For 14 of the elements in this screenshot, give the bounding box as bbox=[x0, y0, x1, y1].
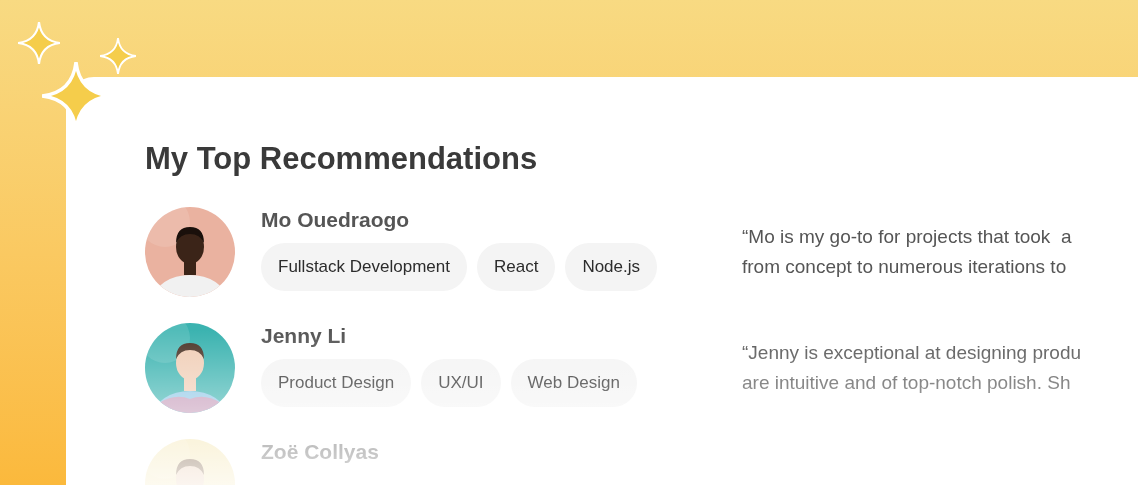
quote-line: “Mo is my go-to for projects that took a bbox=[742, 225, 1072, 249]
skill-tag: Fullstack Development bbox=[261, 243, 467, 291]
person-name: Jenny Li bbox=[261, 323, 347, 349]
skill-tag: Product Design bbox=[261, 359, 412, 407]
person-name: Zoë Collyas bbox=[261, 439, 379, 465]
section-title: My Top Recommendations bbox=[145, 141, 538, 177]
skill-tag: Web Design bbox=[510, 359, 637, 407]
quote-line: from concept to numerous iterations to bbox=[742, 255, 1067, 279]
person-name: Mo Ouedraogo bbox=[261, 207, 410, 233]
quote-line: are intuitive and of top-notch polish. Sh bbox=[742, 371, 1071, 395]
quote-line: “Jenny is exceptional at designing produ bbox=[742, 341, 1082, 365]
skill-tag: Node.js bbox=[565, 243, 658, 291]
skill-tag: React bbox=[476, 243, 556, 291]
skill-tag: UX/UI bbox=[421, 359, 501, 407]
